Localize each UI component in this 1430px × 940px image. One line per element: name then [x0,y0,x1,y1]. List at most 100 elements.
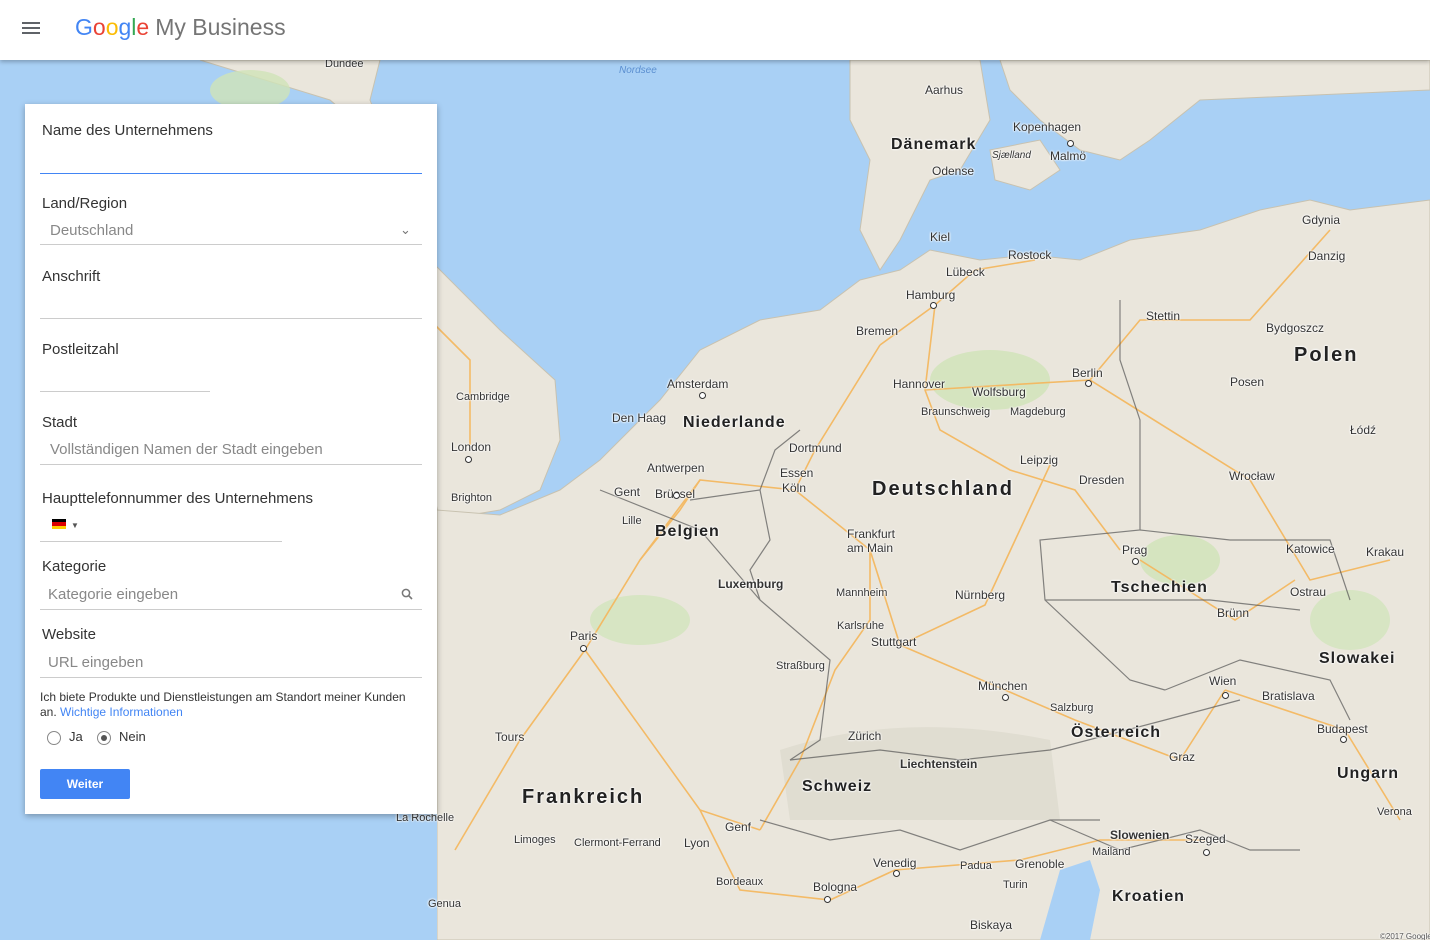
map-label: Bordeaux [716,876,764,888]
category-input[interactable]: Kategorie eingeben [48,586,178,603]
map-label: Grenoble [1015,857,1065,871]
map-label: Nordsee [619,65,657,76]
map-label: Bydgoszcz [1266,321,1325,335]
business-name-input[interactable] [40,173,422,174]
map-label: Genf [725,820,752,834]
website-input-underline [40,677,422,678]
map-label: Zürich [848,729,882,743]
product-name: My Business [155,14,286,40]
map-label: Hamburg [906,288,956,302]
map-country-label: Österreich [1071,724,1162,741]
radio-no-label: Nein [119,729,146,744]
map-label: Berlin [1072,366,1103,380]
map-label: Kiel [930,230,951,244]
map-label: Leipzig [1020,453,1059,467]
continue-button[interactable]: Weiter [40,769,130,799]
map-label: London [451,440,492,454]
germany-flag-icon[interactable] [52,519,66,529]
map-label: Mannheim [836,587,888,599]
city-dot [893,870,900,877]
map-label: Frankfurt am Main [847,527,896,555]
map-country-label: Dänemark [891,136,977,153]
map-label: Budapest [1317,722,1368,736]
city-dot [1002,694,1009,701]
map-country-label: Schweiz [802,778,873,795]
radio-yes[interactable] [47,731,61,745]
map-label: Mailand [1092,846,1131,858]
map-label: Magdeburg [1010,406,1066,418]
map-label: Nürnberg [955,588,1006,602]
map-label: Paris [570,629,598,643]
map-label: Amsterdam [667,377,729,391]
map-label: Essen [780,466,814,480]
business-info-form: Name des Unternehmens Land/Region Deutsc… [25,104,437,814]
map-label: Dundee [325,60,364,70]
business-name-label: Name des Unternehmens [42,122,213,139]
map-country-label: Ungarn [1337,765,1399,782]
map-label: Karlsruhe [837,620,885,632]
phone-input[interactable] [40,541,282,542]
map-country-label: Luxemburg [718,577,784,591]
app-header: Google My Business [0,0,1430,60]
google-my-business-logo[interactable]: Google My Business [75,14,286,41]
map-label: Malmö [1050,149,1087,163]
map-label: Limoges [514,834,556,846]
map-label: Salzburg [1050,702,1094,714]
map-country-label: Liechtenstein [900,757,978,771]
map-label: Krakau [1366,545,1405,559]
map-country-label: Kroatien [1112,888,1185,905]
city-dot [699,392,706,399]
city-dot [1222,692,1229,699]
map-label: Venedig [873,856,917,870]
website-label: Website [42,626,96,643]
caret-down-icon[interactable]: ▼ [71,521,79,530]
map-label: Lyon [684,836,710,850]
city-dot [1203,849,1210,856]
map-label: Odense [932,164,975,178]
map-country-label: Slowenien [1110,828,1170,842]
map-label: Clermont-Ferrand [574,837,661,849]
map-label: Szeged [1185,832,1226,846]
map-label: Biskaya [970,918,1013,932]
map-country-label: Polen [1294,344,1359,366]
map-label: Prag [1122,543,1148,557]
city-label: Stadt [42,414,78,431]
map-label: Turin [1003,879,1028,891]
map-label: Dresden [1079,473,1125,487]
map-label: Padua [960,860,992,872]
map-country-label: Frankreich [522,786,645,808]
country-label: Land/Region [42,195,128,212]
hamburger-menu-icon[interactable] [20,19,42,41]
category-input-underline [40,609,422,610]
map-label: Tours [495,730,525,744]
map-label: Braunschweig [921,406,991,418]
search-icon[interactable] [401,588,413,600]
chevron-down-icon[interactable]: ⌄ [400,222,411,238]
map-label: Verona [1377,806,1412,818]
map-copyright: ©2017 Google [1380,932,1430,940]
map-label: Ostrau [1290,585,1327,599]
country-select-underline [40,244,422,245]
map-label: Posen [1230,375,1265,389]
map-label: Den Haag [612,411,667,425]
map-label: Łódź [1350,423,1377,437]
map-label: Antwerpen [647,461,705,475]
city-dot [824,896,831,903]
city-dot [1085,380,1092,387]
map-label: Wolfsburg [972,385,1026,399]
map-label: Wrocław [1229,469,1275,483]
radio-no[interactable] [97,731,111,745]
address-input[interactable] [40,318,422,319]
map-country-label: Niederlande [683,414,786,431]
map-label: Aarhus [925,83,964,97]
category-label: Kategorie [42,558,107,575]
city-input[interactable]: Vollständigen Namen der Stadt eingeben [50,441,323,458]
country-select[interactable]: Deutschland [50,222,133,239]
map-label: Kopenhagen [1013,120,1082,134]
zip-input[interactable] [40,391,210,392]
important-info-link[interactable]: Wichtige Informationen [60,705,183,719]
map-label: Sjælland [992,150,1031,161]
map-label: Rostock [1008,248,1052,262]
website-input[interactable]: URL eingeben [48,654,143,671]
city-dot [1340,736,1347,743]
